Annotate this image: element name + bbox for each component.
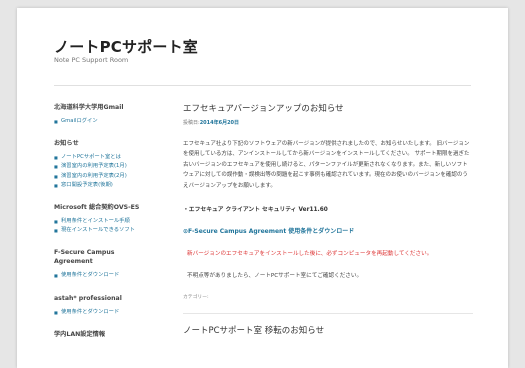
sidebar-link-about[interactable]: ノートPCサポート室とは: [54, 153, 174, 162]
site-description: Note PC Support Room: [54, 56, 129, 64]
sidebar-link-astah-download[interactable]: 使用条件とダウンロード: [54, 308, 174, 317]
fsecure-link[interactable]: ⊙F-Secure Campus Agreement 使用条件とダウンロード: [183, 228, 473, 236]
widget-list: 利用条件とインストール手順 現在インストールできるソフト: [54, 217, 174, 236]
widget-microsoft: Microsoft 総合契約OVS-ES 利用条件とインストール手順 現在インス…: [54, 203, 174, 236]
post-category: カテゴリー:: [183, 295, 209, 301]
widget-lan: 学内LAN設定情報: [54, 330, 174, 339]
widget-title: astah* professional: [54, 294, 122, 302]
sidebar-link-window-schedule[interactable]: 窓口開設予定表(後期): [54, 181, 174, 190]
widget-list: ノートPCサポート室とは 演習室内の利用予定表(1月) 演習室内の利用予定表(2…: [54, 153, 174, 190]
widget-title: Microsoft 総合契約OVS-ES: [54, 204, 140, 212]
post-meta-label: 投稿日:: [183, 120, 200, 126]
main-content: エフセキュアバージョンアップのお知らせ 投稿日:2014年6月20日 エフセキュ…: [183, 104, 473, 337]
site-title[interactable]: ノートPCサポート室: [54, 36, 198, 57]
post-title[interactable]: エフセキュアバージョンアップのお知らせ: [183, 104, 473, 115]
widget-title: 学内LAN設定情報: [54, 330, 106, 338]
sidebar-link-ms-terms[interactable]: 利用条件とインストール手順: [54, 217, 174, 226]
sidebar-link-schedule-jan[interactable]: 演習室内の利用予定表(1月): [54, 162, 174, 171]
widget-list: 使用条件とダウンロード: [54, 271, 174, 280]
widget-title: 北海道科学大学用Gmail: [54, 104, 124, 111]
product-line: ・エフセキュア クライアント セキュリティ Ver11.60: [183, 207, 328, 214]
widget-title: お知らせ: [54, 140, 79, 148]
widget-title: F-Secure Campus Agreement: [54, 249, 115, 266]
widget-news: お知らせ ノートPCサポート室とは 演習室内の利用予定表(1月) 演習室内の利用…: [54, 139, 174, 190]
widget-list: 使用条件とダウンロード: [54, 308, 174, 317]
sidebar-link-schedule-feb[interactable]: 演習室内の利用予定表(2月): [54, 172, 174, 181]
header-divider: [54, 85, 471, 86]
sidebar-link-fsecure-download[interactable]: 使用条件とダウンロード: [54, 271, 174, 280]
post-divider: [183, 313, 473, 315]
page: ノートPCサポート室 Note PC Support Room 北海道科学大学用…: [17, 8, 508, 368]
post-body: エフセキュア社より下記のソフトウェアの新バージョンが提供されましたので、お知らせ…: [183, 141, 470, 189]
post-meta: 投稿日:2014年6月20日: [183, 120, 473, 127]
fsecure-link-text[interactable]: F-Secure Campus Agreement 使用条件とダウンロード: [188, 228, 354, 235]
sidebar: 北海道科学大学用Gmail Gmailログイン お知らせ ノートPCサポート室と…: [54, 103, 174, 339]
widget-astah: astah* professional 使用条件とダウンロード: [54, 294, 174, 317]
widget-fsecure: F-Secure Campus Agreement 使用条件とダウンロード: [54, 248, 174, 280]
next-post-title[interactable]: ノートPCサポート室 移転のお知らせ: [183, 326, 473, 337]
widget-gmail: 北海道科学大学用Gmail Gmailログイン: [54, 103, 174, 126]
contact-note: 不明点等がありましたら、ノートPCサポート室にてご確認ください。: [187, 273, 363, 280]
sidebar-link-ms-software[interactable]: 現在インストールできるソフト: [54, 226, 174, 235]
restart-warning: 新バージョンのエフセキュアをインストールした後に、必ずコンピュータを再起動してく…: [187, 251, 433, 258]
sidebar-link-gmail-login[interactable]: Gmailログイン: [54, 117, 174, 126]
post-date[interactable]: 2014年6月20日: [200, 120, 239, 126]
widget-list: Gmailログイン: [54, 117, 174, 126]
